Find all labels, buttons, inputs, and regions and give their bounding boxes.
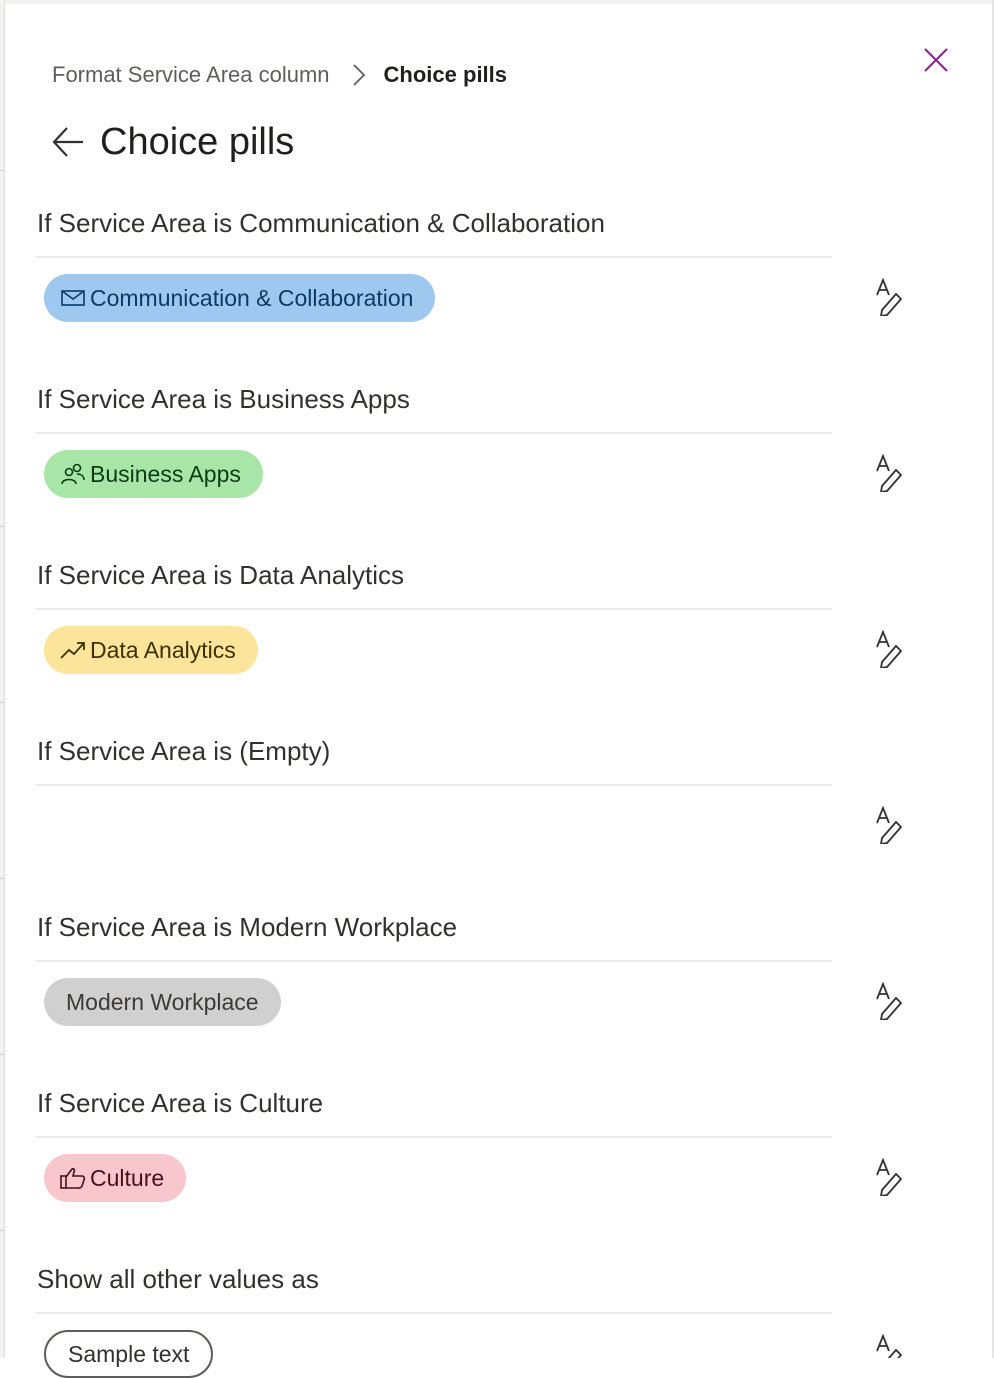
pill-label: Communication & Collaboration (90, 284, 414, 311)
edit-style-button[interactable] (872, 1334, 906, 1358)
page-title: Choice pills (100, 120, 295, 163)
left-edge-tick (0, 878, 4, 879)
trending-up-icon (60, 639, 86, 661)
title-row: Choice pills (50, 114, 294, 170)
left-edge-tick (0, 1054, 4, 1055)
rule-label: If Service Area is Business Apps (37, 384, 410, 414)
rule-divider (36, 608, 832, 610)
pill-label: Business Apps (90, 460, 241, 487)
left-edge-tick (0, 526, 4, 527)
choice-pill[interactable]: Sample text (44, 1330, 214, 1378)
rule-label: If Service Area is Modern Workplace (37, 912, 458, 942)
rule-divider (36, 432, 832, 434)
rule-label: If Service Area is Data Analytics (37, 560, 405, 590)
rule-divider (36, 960, 832, 962)
rule-label: If Service Area is (Empty) (37, 736, 331, 766)
edit-style-button[interactable] (872, 277, 906, 318)
rule-label: Show all other values as (37, 1264, 319, 1294)
close-icon (924, 48, 948, 72)
edit-style-button[interactable] (872, 981, 906, 1022)
breadcrumb: Format Service Area column Choice pills (52, 58, 507, 92)
choice-pill[interactable]: Communication & Collaboration (44, 274, 436, 322)
close-button[interactable] (920, 44, 952, 76)
people-icon (60, 463, 86, 485)
left-edge-tick (0, 170, 4, 171)
choice-pill[interactable]: Data Analytics (44, 626, 258, 674)
choice-pill[interactable]: Business Apps (44, 450, 263, 498)
arrow-left-icon (52, 127, 83, 157)
rule-divider (36, 1136, 832, 1138)
chevron-right-icon (352, 63, 366, 87)
mail-icon (60, 287, 86, 309)
text-edit-icon (876, 453, 903, 494)
edit-style-button[interactable] (872, 629, 906, 670)
edit-style-button[interactable] (872, 805, 906, 846)
rule-label: If Service Area is Communication & Colla… (37, 208, 605, 238)
breadcrumb-parent[interactable]: Format Service Area column (52, 62, 330, 88)
pill-label: Modern Workplace (66, 988, 259, 1015)
left-edge-tick (0, 702, 4, 703)
rule-divider (36, 256, 832, 258)
text-edit-icon (876, 805, 903, 846)
rule-divider (36, 1312, 832, 1314)
text-edit-icon (876, 1157, 903, 1198)
breadcrumb-current: Choice pills (383, 62, 508, 87)
choice-pill[interactable]: Culture (44, 1154, 187, 1202)
edit-style-button[interactable] (872, 453, 906, 494)
pill-label: Data Analytics (90, 636, 236, 663)
text-edit-icon (876, 981, 903, 1022)
edit-style-button[interactable] (872, 1157, 906, 1198)
back-button[interactable] (50, 124, 86, 160)
left-edge-line (4, 0, 5, 1358)
left-edge-tick (0, 1230, 4, 1231)
thumbs-up-icon (60, 1167, 86, 1189)
pill-label: Sample text (68, 1340, 190, 1367)
text-edit-icon (876, 629, 903, 670)
rule-label: If Service Area is Culture (37, 1088, 324, 1118)
choice-pill[interactable]: Modern Workplace (44, 978, 281, 1026)
pill-label: Culture (90, 1164, 165, 1191)
top-edge (0, 0, 994, 4)
text-edit-icon (876, 1334, 903, 1358)
text-edit-icon (876, 277, 903, 318)
rule-divider (36, 784, 832, 786)
